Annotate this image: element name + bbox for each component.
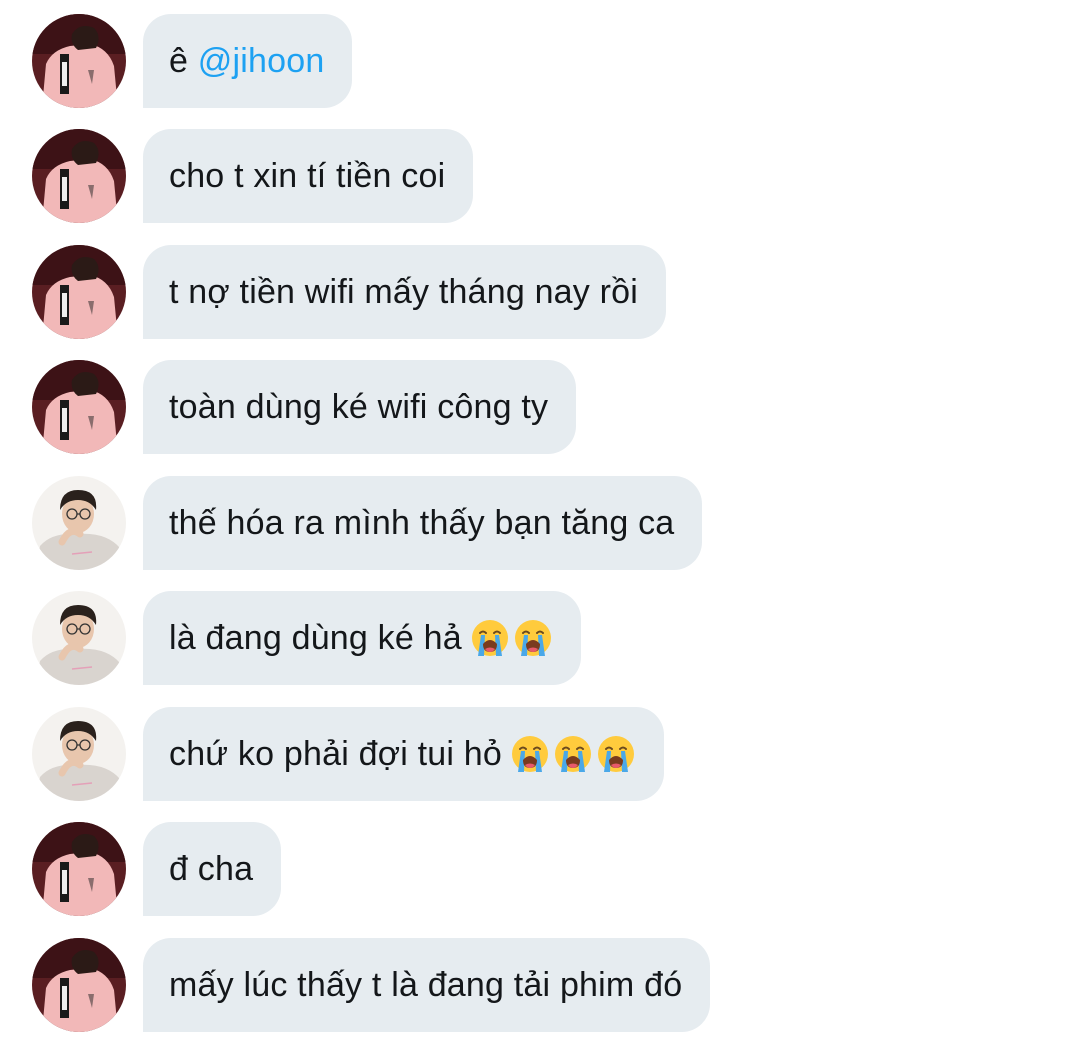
message-row: là đang dùng ké hả	[0, 591, 1080, 685]
message-bubble: mấy lúc thấy t là đang tải phim đó	[143, 938, 711, 1032]
message-row: t nợ tiền wifi mấy tháng nay rồi	[0, 245, 1080, 339]
avatar-pink-jacket[interactable]	[32, 245, 126, 339]
message-row: đ cha	[0, 822, 1080, 916]
chat-thread: ê @jihoon cho t xin tí tiền coi t nợ tiề…	[0, 0, 1080, 1040]
message-text: là đang dùng ké hả	[169, 618, 462, 657]
message-row: thế hóa ra mình thấy bạn tăng ca	[0, 476, 1080, 570]
message-bubble: thế hóa ra mình thấy bạn tăng ca	[143, 476, 703, 570]
avatar-pink-jacket[interactable]	[32, 822, 126, 916]
message-row: mấy lúc thấy t là đang tải phim đó	[0, 938, 1080, 1032]
avatar-pink-jacket[interactable]	[32, 938, 126, 1032]
message-bubble: đ cha	[143, 822, 282, 916]
message-text: đ cha	[169, 849, 254, 888]
message-text: t nợ tiền wifi mấy tháng nay rồi	[169, 272, 639, 311]
avatar-pink-jacket[interactable]	[32, 360, 126, 454]
message-text: ê	[169, 41, 198, 80]
loudly-crying-face-icon	[510, 734, 550, 774]
message-bubble: cho t xin tí tiền coi	[143, 129, 474, 223]
message-row: chứ ko phải đợi tui hỏ	[0, 707, 1080, 801]
message-text: toàn dùng ké wifi công ty	[169, 387, 549, 426]
message-text: chứ ko phải đợi tui hỏ	[169, 734, 502, 773]
message-row: ê @jihoon	[0, 14, 1080, 108]
message-text: thế hóa ra mình thấy bạn tăng ca	[169, 503, 675, 542]
message-text: mấy lúc thấy t là đang tải phim đó	[169, 965, 683, 1004]
message-bubble: ê @jihoon	[143, 14, 353, 108]
avatar-pink-jacket[interactable]	[32, 129, 126, 223]
avatar-glasses-hoodie[interactable]	[32, 707, 126, 801]
avatar-glasses-hoodie[interactable]	[32, 476, 126, 570]
message-bubble: là đang dùng ké hả	[143, 591, 581, 685]
message-bubble: chứ ko phải đợi tui hỏ	[143, 707, 664, 801]
message-row: cho t xin tí tiền coi	[0, 129, 1080, 223]
loudly-crying-face-icon	[470, 618, 510, 658]
message-text: cho t xin tí tiền coi	[169, 156, 446, 195]
avatar-pink-jacket[interactable]	[32, 14, 126, 108]
message-row: toàn dùng ké wifi công ty	[0, 360, 1080, 454]
loudly-crying-face-icon	[596, 734, 636, 774]
message-bubble: t nợ tiền wifi mấy tháng nay rồi	[143, 245, 667, 339]
message-bubble: toàn dùng ké wifi công ty	[143, 360, 577, 454]
loudly-crying-face-icon	[553, 734, 593, 774]
avatar-glasses-hoodie[interactable]	[32, 591, 126, 685]
mention-link[interactable]: @jihoon	[198, 42, 325, 81]
loudly-crying-face-icon	[513, 618, 553, 658]
